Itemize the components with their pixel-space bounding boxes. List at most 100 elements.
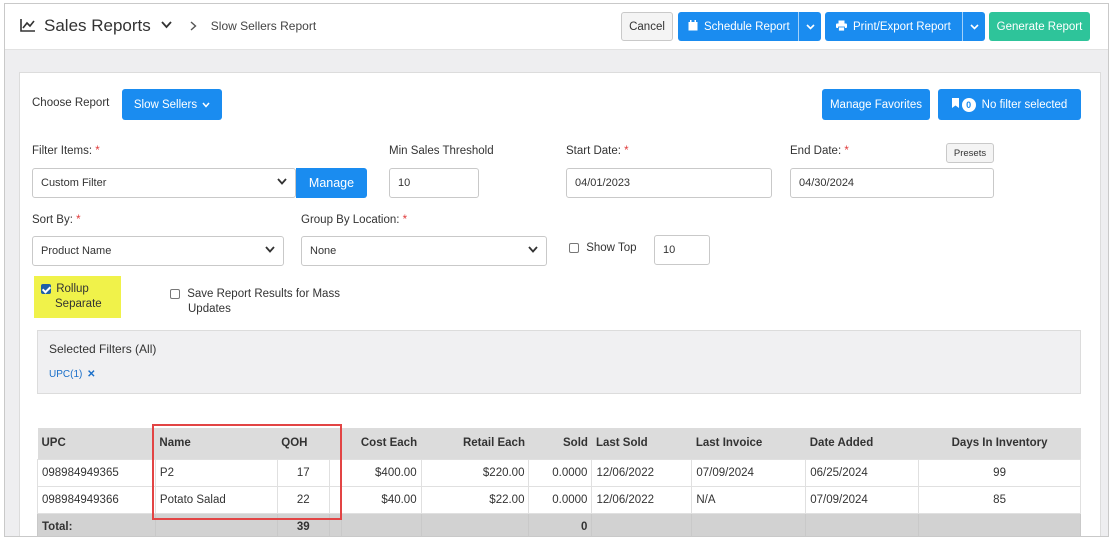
save-results-checkbox[interactable] <box>170 288 180 299</box>
start-date-label-text: Start Date: <box>566 145 621 157</box>
show-top-option[interactable]: Show Top <box>569 242 637 254</box>
column-header[interactable]: UPC <box>37 428 156 459</box>
chevron-down-icon <box>528 245 538 256</box>
column-header[interactable]: Date Added <box>805 428 919 459</box>
show-top-checkbox[interactable] <box>569 242 579 253</box>
calendar-icon <box>688 19 698 34</box>
sort-by-label-text: Sort By: <box>32 214 73 226</box>
required-mark: * <box>624 145 629 157</box>
manage-filter-button[interactable]: Manage <box>296 168 367 198</box>
required-mark: * <box>76 214 81 226</box>
selected-filters-panel: Selected Filters (All) UPC(1) ✕ <box>37 330 1081 394</box>
column-header[interactable]: Days In Inventory <box>918 428 1081 459</box>
generate-report-button[interactable]: Generate Report <box>989 12 1090 41</box>
cell-days-in-inventory: 85 <box>918 485 1081 514</box>
chevron-down-icon <box>277 177 287 188</box>
cell-upc: 098984949365 <box>37 458 156 487</box>
annotation-box <box>152 424 342 520</box>
min-sales-label: Min Sales Threshold <box>389 145 494 157</box>
chevron-down-icon[interactable] <box>161 20 172 32</box>
min-sales-input[interactable]: 10 <box>389 168 479 198</box>
rollup-separate-option[interactable]: Rollup Separate <box>41 282 102 312</box>
print-export-button[interactable]: Print/Export Report <box>825 12 985 41</box>
required-mark: * <box>95 145 100 157</box>
filter-items-value: Custom Filter <box>41 177 107 189</box>
column-header[interactable]: Last Sold <box>591 428 692 459</box>
cell-upc: 098984949366 <box>37 485 156 514</box>
cell-cost-each: $40.00 <box>340 485 422 514</box>
filter-count-badge: 0 <box>961 97 976 112</box>
sort-by-value: Product Name <box>41 245 112 257</box>
column-header[interactable]: Retail Each <box>421 428 529 459</box>
save-results-option[interactable]: Save Report Results for Mass Updates <box>170 287 340 317</box>
cell-last-sold: 12/06/2022 <box>591 485 693 514</box>
show-top-label: Show Top <box>586 242 637 254</box>
rollup-label-line1: Rollup <box>56 283 89 295</box>
cell-last-invoice: 07/09/2024 <box>691 458 807 487</box>
print-dropdown-chevron-down-icon[interactable] <box>963 12 985 41</box>
save-results-label-line1: Save Report Results for Mass <box>187 288 340 300</box>
filter-items-label-text: Filter Items: <box>32 145 93 157</box>
chevron-down-icon <box>202 99 210 111</box>
schedule-dropdown-chevron-down-icon[interactable] <box>799 12 821 41</box>
top-bar: Sales Reports Slow Sellers Report Cancel… <box>5 4 1108 50</box>
column-header[interactable]: Last Invoice <box>691 428 806 459</box>
rollup-label-line2: Separate <box>55 298 102 310</box>
required-mark: * <box>402 214 408 226</box>
printer-icon <box>836 20 847 34</box>
cell-last-invoice: N/A <box>691 485 807 514</box>
filter-items-label: Filter Items: * <box>32 145 100 157</box>
choose-report-value: Slow Sellers <box>133 98 198 111</box>
cell-date-added: 07/09/2024 <box>805 485 920 514</box>
sort-by-label: Sort By: * <box>32 214 81 226</box>
end-date-label: End Date: * <box>790 145 849 157</box>
total-cell <box>340 512 422 536</box>
manage-favorites-button[interactable]: Manage Favorites <box>822 89 930 120</box>
total-sold: 0 <box>528 512 593 536</box>
cell-sold: 0.0000 <box>528 458 593 487</box>
end-date-input[interactable]: 04/30/2024 <box>790 168 994 198</box>
filter-status-label: No filter selected <box>981 98 1068 111</box>
cell-retail-each: $220.00 <box>420 458 530 487</box>
presets-button[interactable]: Presets <box>946 143 994 163</box>
chevron-down-icon <box>265 245 275 256</box>
filter-tag-label: UPC(1) <box>49 369 83 380</box>
cancel-button[interactable]: Cancel <box>621 12 673 41</box>
group-by-select[interactable]: None <box>301 236 547 266</box>
chevron-right-icon <box>190 18 197 34</box>
choose-report-dropdown[interactable]: Slow Sellers <box>122 89 222 120</box>
page-title[interactable]: Sales Reports <box>44 16 151 36</box>
cell-date-added: 06/25/2024 <box>805 458 920 487</box>
column-header[interactable]: Sold <box>528 428 592 459</box>
group-by-value: None <box>310 245 337 257</box>
sort-by-select[interactable]: Product Name <box>32 236 284 266</box>
column-header[interactable]: Cost Each <box>341 428 422 459</box>
cell-days-in-inventory: 99 <box>918 458 1081 487</box>
cell-retail-each: $22.00 <box>420 485 530 514</box>
save-results-label-line2: Updates <box>188 303 231 315</box>
cell-last-sold: 12/06/2022 <box>591 458 693 487</box>
filter-tag[interactable]: UPC(1) ✕ <box>49 369 96 380</box>
total-cell <box>591 512 693 536</box>
bookmark-icon <box>951 98 959 111</box>
print-export-label: Print/Export Report <box>853 20 951 33</box>
rollup-separate-checkbox[interactable] <box>41 283 51 294</box>
required-mark: * <box>844 145 849 157</box>
schedule-report-label: Schedule Report <box>704 20 790 33</box>
total-cell <box>691 512 807 536</box>
filter-items-select[interactable]: Custom Filter <box>32 168 296 198</box>
start-date-label: Start Date: * <box>566 145 629 157</box>
cell-sold: 0.0000 <box>528 485 593 514</box>
group-by-label: Group By Location: * <box>301 214 407 226</box>
selected-filters-title: Selected Filters (All) <box>49 342 157 356</box>
total-cell <box>805 512 920 536</box>
breadcrumb: Sales Reports Slow Sellers Report <box>20 16 316 36</box>
filter-status-button[interactable]: 0 No filter selected <box>938 89 1081 120</box>
total-cell <box>918 512 1081 536</box>
start-date-input[interactable]: 04/01/2023 <box>566 168 772 198</box>
breadcrumb-current: Slow Sellers Report <box>210 19 317 33</box>
cell-cost-each: $400.00 <box>340 458 422 487</box>
total-label: Total: <box>37 512 156 536</box>
close-icon[interactable]: ✕ <box>87 369 95 380</box>
show-top-input[interactable]: 10 <box>654 235 710 265</box>
